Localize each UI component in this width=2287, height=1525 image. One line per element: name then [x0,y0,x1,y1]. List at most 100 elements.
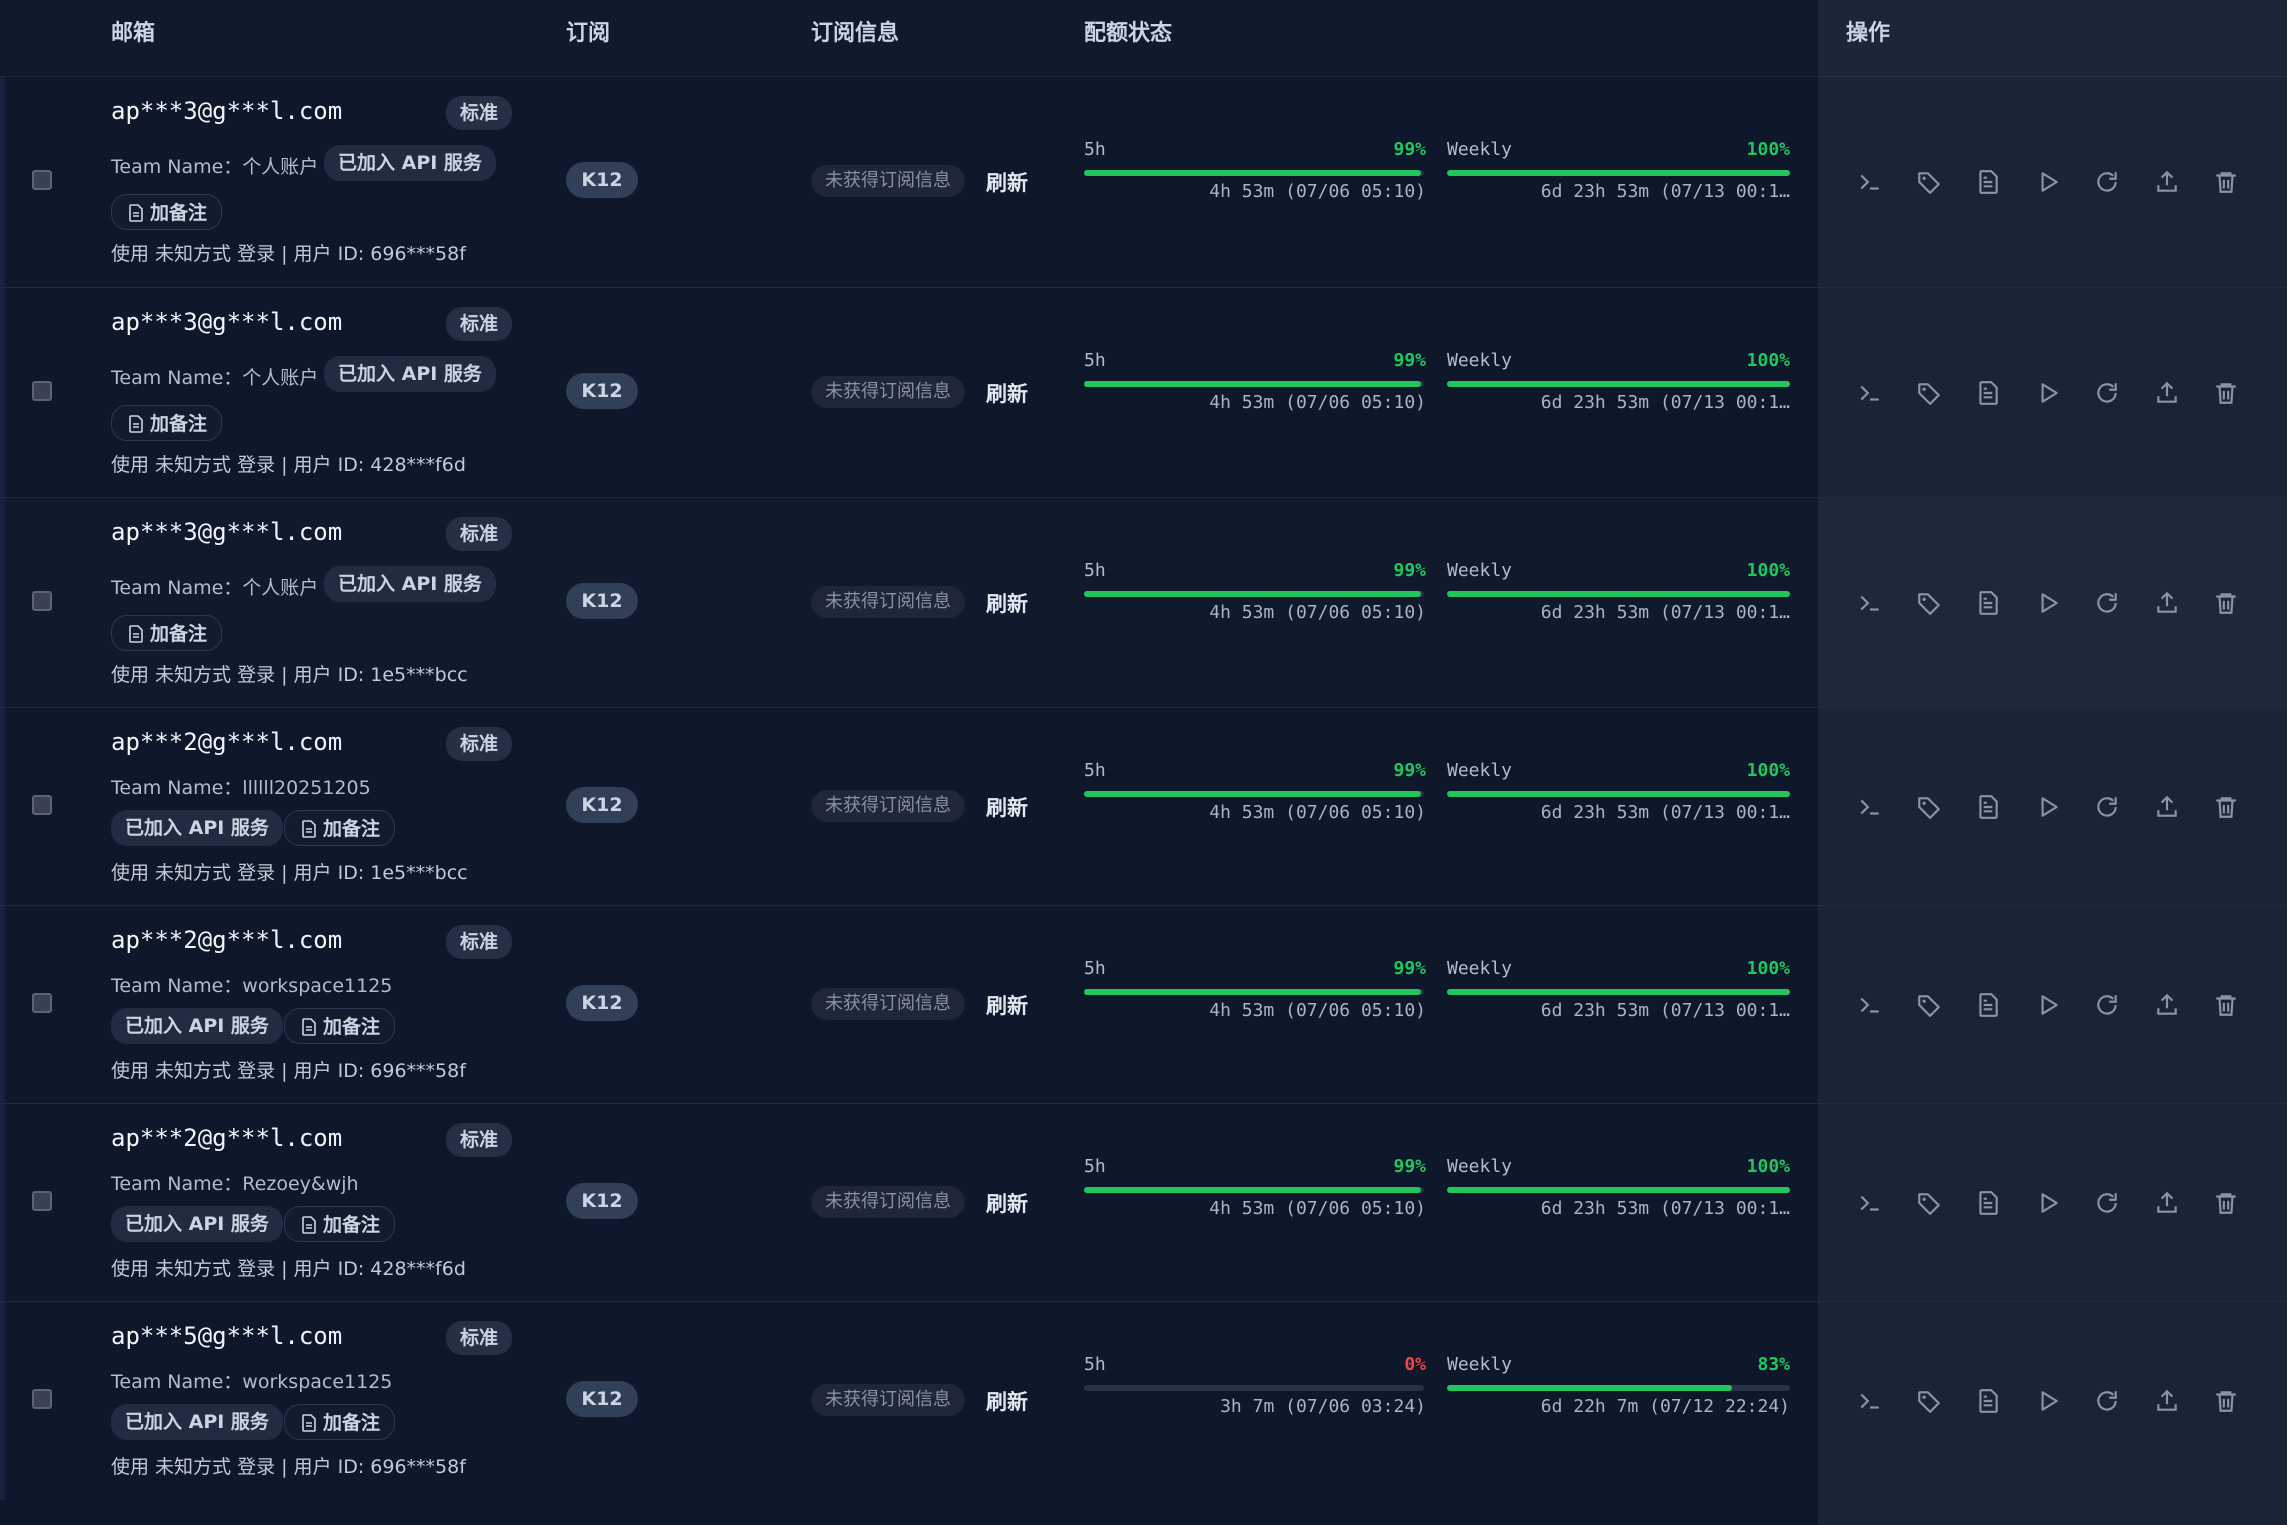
row-checkbox[interactable] [32,1389,52,1409]
add-note-button[interactable]: 加备注 [111,405,223,441]
terminal-button[interactable] [1855,588,1885,618]
play-button[interactable] [2033,1188,2063,1218]
row-checkbox[interactable] [32,795,52,815]
tag-button[interactable] [1914,378,1944,408]
terminal-button[interactable] [1855,1386,1885,1416]
play-button[interactable] [2033,990,2063,1020]
quota-5h-fill [1084,170,1421,176]
row-checkbox[interactable] [32,591,52,611]
upload-button[interactable] [2152,990,2182,1020]
refresh-subscription-link[interactable]: 刷新 [986,167,1028,197]
document-button[interactable] [1973,167,2003,197]
add-note-label: 加备注 [150,413,208,435]
quota-weekly-reset: 6d 23h 53m (07/13 00:1… [1540,602,1790,623]
tag-button[interactable] [1914,792,1944,822]
upload-button[interactable] [2152,792,2182,822]
add-note-button[interactable]: 加备注 [111,194,223,230]
quota-5h-percent: 99% [1393,560,1426,581]
terminal-button[interactable] [1855,1188,1885,1218]
tag-button[interactable] [1914,1386,1944,1416]
play-button[interactable] [2033,588,2063,618]
refresh-button[interactable] [2092,588,2122,618]
trash-button[interactable] [2211,588,2241,618]
document-button[interactable] [1973,1386,2003,1416]
trash-button[interactable] [2211,792,2241,822]
terminal-icon [1857,1190,1883,1216]
play-icon [2035,1388,2061,1414]
refresh-subscription-link[interactable]: 刷新 [986,792,1028,822]
upload-button[interactable] [2152,588,2182,618]
refresh-subscription-link[interactable]: 刷新 [986,990,1028,1020]
api-service-badge: 已加入 API 服务 [111,810,283,846]
refresh-button[interactable] [2092,167,2122,197]
quota-weekly-percent: 83% [1757,1354,1790,1375]
document-button[interactable] [1973,792,2003,822]
play-button[interactable] [2033,167,2063,197]
trash-button[interactable] [2211,1386,2241,1416]
api-service-badge: 已加入 API 服务 [111,1206,283,1242]
refresh-button[interactable] [2092,1188,2122,1218]
trash-button[interactable] [2211,1188,2241,1218]
refresh-button[interactable] [2092,378,2122,408]
trash-button[interactable] [2211,167,2241,197]
refresh-subscription-link[interactable]: 刷新 [986,588,1028,618]
upload-button[interactable] [2152,167,2182,197]
terminal-button[interactable] [1855,990,1885,1020]
add-note-button[interactable]: 加备注 [284,1008,396,1044]
terminal-button[interactable] [1855,378,1885,408]
terminal-button[interactable] [1855,167,1885,197]
row-edge [0,288,5,497]
add-note-button[interactable]: 加备注 [284,810,396,846]
play-button[interactable] [2033,792,2063,822]
quota-5h-percent: 0% [1404,1354,1426,1375]
play-button[interactable] [2033,1386,2063,1416]
refresh-button[interactable] [2092,1386,2122,1416]
accounts-table: 邮箱 订阅 订阅信息 配额状态 操作 ap***3@g***l.com 标准 Tea… [0,0,2287,1525]
tag-button[interactable] [1914,167,1944,197]
document-button[interactable] [1973,990,2003,1020]
upload-button[interactable] [2152,378,2182,408]
ops-cell [1818,1500,2287,1525]
account-email: ap***2@g***l.com [111,728,343,756]
trash-button[interactable] [2211,990,2241,1020]
row-edge [0,1302,5,1500]
add-note-button[interactable]: 加备注 [284,1206,396,1242]
row-checkbox[interactable] [32,381,52,401]
quota-5h-label: 5h [1084,350,1106,371]
plan-badge: K12 [566,583,638,619]
tag-button[interactable] [1914,588,1944,618]
row-edge [0,906,5,1103]
quota-5h-percent: 99% [1393,760,1426,781]
refresh-button[interactable] [2092,990,2122,1020]
play-button[interactable] [2033,378,2063,408]
account-email: ap***3@g***l.com [111,97,343,125]
quota-5h-bar [1084,989,1424,995]
refresh-subscription-link[interactable]: 刷新 [986,1386,1028,1416]
refresh-subscription-link[interactable]: 刷新 [986,1188,1028,1218]
tag-button[interactable] [1914,1188,1944,1218]
document-button[interactable] [1973,1188,2003,1218]
document-button[interactable] [1973,588,2003,618]
trash-icon [2213,992,2239,1018]
refresh-icon [2094,1388,2120,1414]
upload-button[interactable] [2152,1188,2182,1218]
quota-5h-reset: 4h 53m (07/06 05:10) [1209,1198,1426,1219]
refresh-subscription-link[interactable]: 刷新 [986,378,1028,408]
terminal-button[interactable] [1855,792,1885,822]
quota-5h-fill [1084,591,1421,597]
row-checkbox[interactable] [32,1191,52,1211]
add-note-button[interactable]: 加备注 [111,615,223,651]
quota-weekly-label: Weekly [1447,139,1513,160]
document-button[interactable] [1973,378,2003,408]
refresh-button[interactable] [2092,792,2122,822]
upload-button[interactable] [2152,1386,2182,1416]
trash-button[interactable] [2211,378,2241,408]
col-plan-header: 订阅 [566,21,611,46]
add-note-button[interactable]: 加备注 [284,1404,396,1440]
refresh-icon [2094,992,2120,1018]
row-checkbox[interactable] [32,993,52,1013]
row-checkbox[interactable] [32,170,52,190]
tag-button[interactable] [1914,990,1944,1020]
trash-icon [2213,380,2239,406]
team-name: Team Name：个人账户 [111,577,319,599]
